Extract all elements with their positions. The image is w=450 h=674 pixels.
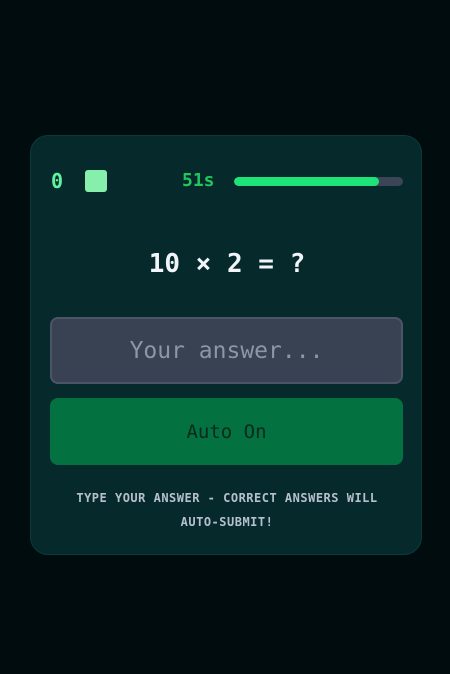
hint-text: Type your answer - correct answers will … xyxy=(76,491,378,529)
time-progress-bar xyxy=(234,177,403,186)
auto-submit-button[interactable]: Auto On xyxy=(50,398,403,465)
timer-text: 51s xyxy=(182,170,215,191)
question-text: 10 × 2 = ? xyxy=(148,249,306,279)
time-progress-fill xyxy=(234,177,380,186)
score-counter: 0 xyxy=(51,169,64,193)
page: 0 51s 10 × 2 = ? Auto On Type your answe… xyxy=(0,0,450,674)
answer-input[interactable] xyxy=(50,317,403,384)
square-indicator-icon xyxy=(85,170,107,192)
status-bar: 0 51s xyxy=(51,170,403,192)
quiz-card: 0 51s 10 × 2 = ? Auto On Type your answe… xyxy=(30,135,422,555)
